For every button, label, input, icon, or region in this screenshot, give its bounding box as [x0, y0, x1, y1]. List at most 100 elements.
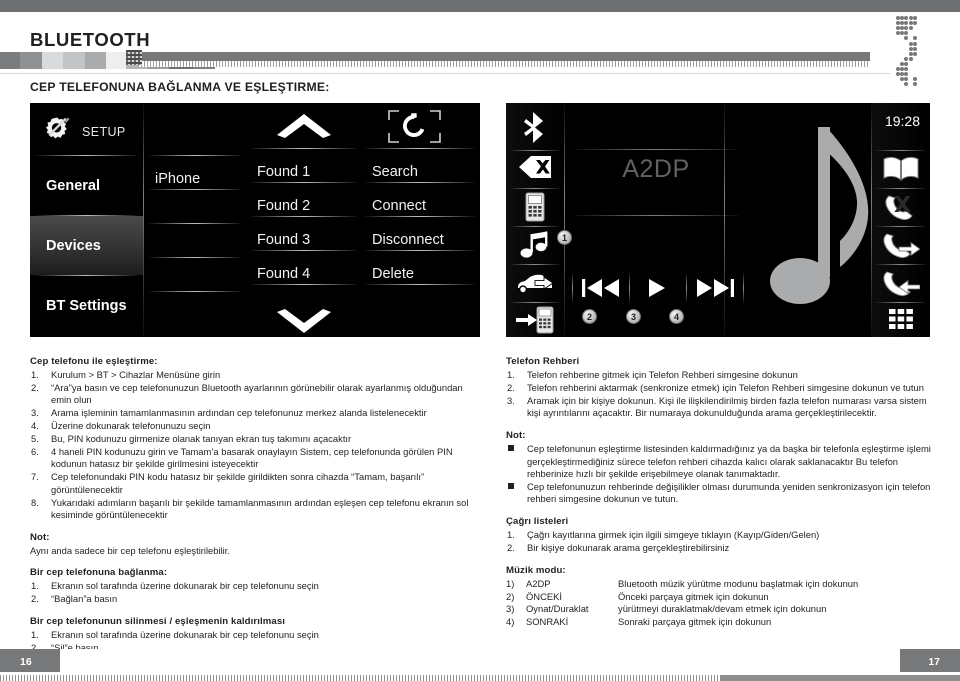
divider	[149, 291, 241, 292]
list-item-number: 7.	[31, 471, 39, 483]
setup-menu-item-devices[interactable]: Devices	[30, 216, 143, 275]
incoming-call-icon[interactable]	[882, 269, 920, 297]
music-row-description: yürütmeyi duraklatmak/devam etmek için d…	[618, 603, 827, 615]
connect-steps-list: 1. Ekranın sol tarafında üzerine dokunara…	[30, 580, 482, 605]
music-note-icon[interactable]	[520, 231, 550, 260]
list-item: 6. 4 haneli PIN kodunuzu girin ve Tamam’a…	[30, 446, 482, 471]
list-item-text: Üzerine dokunarak telefonunuzu seçin	[51, 420, 211, 432]
end-call-icon[interactable]	[518, 154, 552, 180]
divider	[149, 223, 241, 224]
list-item-number: 4.	[31, 420, 39, 432]
table-row: 3) Oynat/Duraklat yürütmeyi duraklatmak/de…	[506, 603, 858, 616]
list-item-text: Yukarıdaki adımların başarılı bir şekild…	[51, 496, 469, 520]
list-item-text: Aramak için bir kişiye dokunun. Kişi ile…	[527, 394, 927, 419]
list-item: 1. Telefon rehberine gitmek için Telefon …	[506, 369, 936, 381]
list-item-text: 4 haneli PIN kodunuzu girin ve Tamam’a b…	[51, 445, 453, 470]
square-bullet-icon	[508, 482, 514, 489]
top-decor-bar	[0, 0, 960, 12]
clock-display: 19:28	[884, 113, 920, 129]
previous-track-icon[interactable]	[582, 278, 620, 298]
divider	[251, 284, 357, 285]
list-item-text: Arama işleminin tamamlanmasının ardından…	[51, 407, 427, 419]
pairing-heading: Cep telefonu ile eşleştirme:	[30, 356, 158, 367]
list-item: 4. Üzerine dokunarak telefonunuzu seçin	[30, 420, 482, 432]
setup-menu-item-general[interactable]: General	[30, 156, 143, 215]
divider	[149, 189, 241, 190]
header-underline	[0, 73, 890, 74]
list-item-text: Bir kişiye dokunarak arama gerçekleştire…	[527, 542, 730, 554]
car-back-icon[interactable]	[516, 270, 554, 296]
divider	[574, 149, 739, 150]
music-row-key: SONRAKİ	[526, 615, 569, 627]
list-item-text: Ekranın sol tarafında üzerine dokunarak …	[51, 629, 319, 641]
outgoing-call-icon[interactable]	[882, 231, 920, 259]
list-item: 1. Kurulum > BT > Cihazlar Menüsüne girin	[30, 369, 482, 381]
next-track-icon[interactable]	[696, 278, 734, 298]
list-item: 1. Çağrı kayıtlarına girmek için ilgili s…	[506, 529, 936, 541]
music-row-description: Bluetooth müzik yürütme modunu başlatmak…	[618, 577, 859, 589]
square-bullet-icon	[508, 445, 514, 452]
list-item-number: 2.	[31, 593, 39, 605]
callout-badge-1: 1	[557, 230, 572, 245]
setup-menu-item-bt-settings[interactable]: BT Settings	[30, 276, 143, 335]
a2dp-right-icon-rail: 19:28	[872, 103, 930, 337]
list-item-text: Cep telefonunuzun rehberinde değişilikle…	[527, 480, 931, 505]
chevron-up-icon[interactable]	[275, 111, 333, 139]
keypad-grid-icon[interactable]	[888, 308, 914, 330]
found-device-column: Found 1 Found 2 Found 3 Found 4	[247, 103, 361, 337]
action-delete[interactable]: Delete	[372, 250, 477, 298]
paired-device-iphone[interactable]: iPhone	[155, 155, 243, 203]
list-item-number: 1.	[507, 369, 515, 380]
list-item: Cep telefonunuzun rehberinde değişilikle…	[506, 481, 936, 506]
delete-heading: Bir cep telefonunun silinmesi / eşleşmen…	[30, 616, 286, 628]
list-item-number: 8.	[31, 496, 39, 508]
setup-screen-screenshot: SETUP General Devices BT Settings iPhone…	[30, 103, 480, 337]
divider	[724, 103, 725, 337]
phonebook-heading: Telefon Rehberi	[506, 356, 580, 367]
list-item: Cep telefonunun eşleştirme listesinden k…	[506, 443, 936, 480]
setup-menu-column: SETUP General Devices BT Settings	[30, 103, 143, 337]
music-row-number: 3)	[506, 603, 515, 615]
setup-header: SETUP	[30, 107, 143, 155]
callout-badge-2: 2	[582, 309, 597, 324]
paired-device-column: iPhone	[143, 103, 247, 337]
divider	[564, 103, 565, 337]
header-glyph-block	[126, 50, 142, 65]
music-row-key: ÖNCEKİ	[526, 590, 562, 602]
table-row: 4) SONRAKİ Sonraki parçaya gitmek için dok…	[506, 616, 858, 629]
phonebook-icon[interactable]	[882, 156, 920, 182]
dialpad-phone-icon[interactable]	[525, 192, 545, 222]
list-item-text: “Bağlan”a basın	[51, 593, 118, 605]
left-text-column: Cep telefonu ile eşleştirme: 1. Kurulum >…	[30, 356, 482, 655]
refresh-rotate-icon[interactable]	[387, 109, 442, 144]
music-row-number: 1)	[506, 577, 515, 589]
note-text: Aynı anda sadece bir cep telefonu eşleşt…	[30, 544, 230, 556]
list-item-number: 6.	[31, 445, 39, 457]
header-rule	[128, 52, 870, 61]
call-steps-list: 1. Çağrı kayıtlarına girmek için ilgili s…	[506, 529, 936, 554]
missed-call-icon[interactable]	[883, 193, 919, 221]
divider	[149, 257, 241, 258]
list-item-text: Telefon rehberine gitmek için Telefon Re…	[527, 369, 798, 380]
music-note-artwork	[770, 127, 869, 304]
list-item-text: Ekranın sol tarafında üzerine dokunarak …	[51, 580, 319, 592]
bluetooth-icon[interactable]	[522, 111, 548, 144]
found-device-4[interactable]: Found 4	[257, 250, 357, 298]
setup-label: SETUP	[82, 125, 126, 139]
action-column: Search Connect Disconnect Delete	[361, 103, 480, 337]
list-item: 5. Bu, PIN kodunuzu girmenize olanak tanı…	[30, 433, 482, 445]
list-item-number: 1.	[31, 580, 39, 592]
list-item-text: Bu, PIN kodunuzu girmenize olanak tanıya…	[51, 433, 352, 445]
list-item-text: Telefon rehberini aktarmak (senkronize e…	[527, 381, 924, 393]
music-row-key: A2DP	[526, 577, 551, 589]
transfer-to-phone-icon[interactable]	[516, 306, 554, 334]
chevron-down-icon[interactable]	[275, 308, 333, 336]
music-mode-heading: Müzik modu:	[506, 564, 566, 576]
play-icon[interactable]	[645, 278, 667, 298]
list-item-text: Kurulum > BT > Cihazlar Menüsüne girin	[51, 369, 221, 380]
note-bullet-list: Cep telefonunun eşleştirme listesinden k…	[506, 443, 936, 506]
a2dp-mode-label: A2DP	[622, 155, 690, 183]
list-item: 1. Ekranın sol tarafında üzerine dokunara…	[30, 629, 482, 641]
right-text-column: Telefon Rehberi 1. Telefon rehberine gitm…	[506, 356, 936, 628]
page-footer: 16 17	[0, 649, 960, 681]
